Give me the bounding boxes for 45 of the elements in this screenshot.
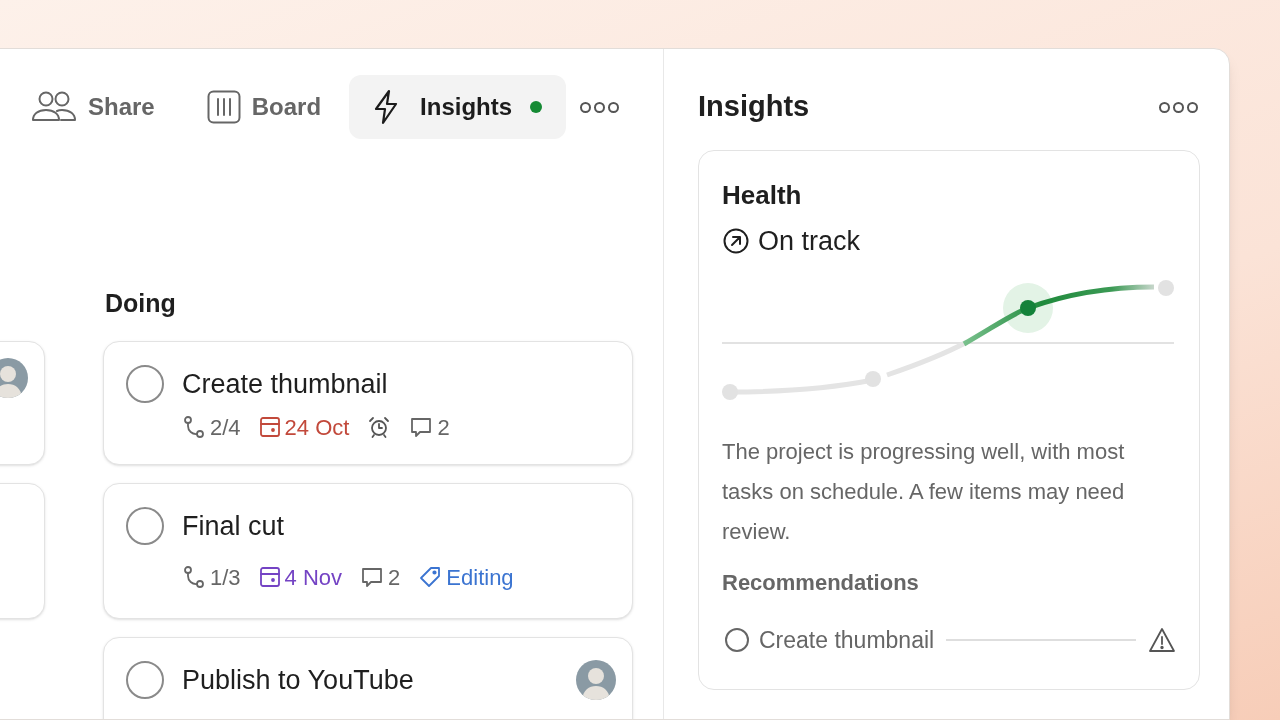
checkbox[interactable] — [126, 365, 164, 404]
task-label[interactable]: Editing — [446, 560, 514, 594]
column-title: Doing — [104, 288, 177, 319]
checkbox[interactable] — [126, 661, 164, 700]
task-card[interactable]: Final cut 1/3 4 Nov 2 Editing — [103, 483, 633, 619]
toolbar-tab[interactable]: Insights — [349, 75, 567, 139]
summary-text: The project is progressing well, with most tasks on schedule. A few items may need review. — [722, 437, 1126, 546]
card-title: Health — [722, 179, 803, 211]
section-heading: Recommendations — [722, 568, 920, 597]
alarm-clock-icon — [367, 415, 392, 439]
tag-icon — [418, 565, 443, 589]
current-point — [1020, 299, 1036, 316]
panel-title: Insights — [698, 89, 810, 125]
checkbox[interactable] — [725, 627, 749, 652]
board-icon — [206, 90, 241, 124]
lightning-icon — [373, 89, 400, 125]
chart-point — [1158, 279, 1174, 296]
due-date: 4 Nov — [284, 563, 343, 592]
arrow-circle-icon — [722, 227, 750, 256]
toolbar-tab[interactable]: Share — [7, 75, 179, 139]
calendar-icon — [258, 416, 281, 438]
due-date: 24 Oct — [284, 413, 350, 442]
chart-point — [722, 383, 738, 400]
comment-count: 2 — [388, 563, 401, 592]
task-title: Final cut — [182, 510, 286, 543]
comment-icon — [409, 415, 434, 439]
task-title: Publish to YouTube — [182, 664, 415, 697]
task-card[interactable]: Publish to YouTube — [103, 637, 633, 719]
subtask-icon — [182, 565, 206, 589]
subtask-count: 1/3 — [210, 563, 241, 592]
comment-count: 2 — [437, 413, 450, 442]
people-icon — [31, 91, 77, 123]
subtask-icon — [182, 415, 206, 439]
comment-icon — [360, 565, 385, 589]
subtask-count: 2/4 — [210, 413, 241, 442]
more-button[interactable] — [1159, 101, 1200, 113]
recommendation-item[interactable]: Create thumbnail — [759, 622, 935, 657]
toolbar-tab[interactable]: Board — [182, 75, 346, 139]
chart-point — [865, 370, 881, 387]
more-button[interactable] — [580, 101, 620, 113]
task-title: Create thumbnail — [182, 368, 389, 401]
checkbox[interactable] — [126, 507, 164, 546]
health-status: On track — [758, 225, 861, 258]
calendar-icon — [258, 566, 281, 588]
task-card[interactable]: Create thumbnail 2/4 24 Oct 2 — [103, 341, 633, 465]
